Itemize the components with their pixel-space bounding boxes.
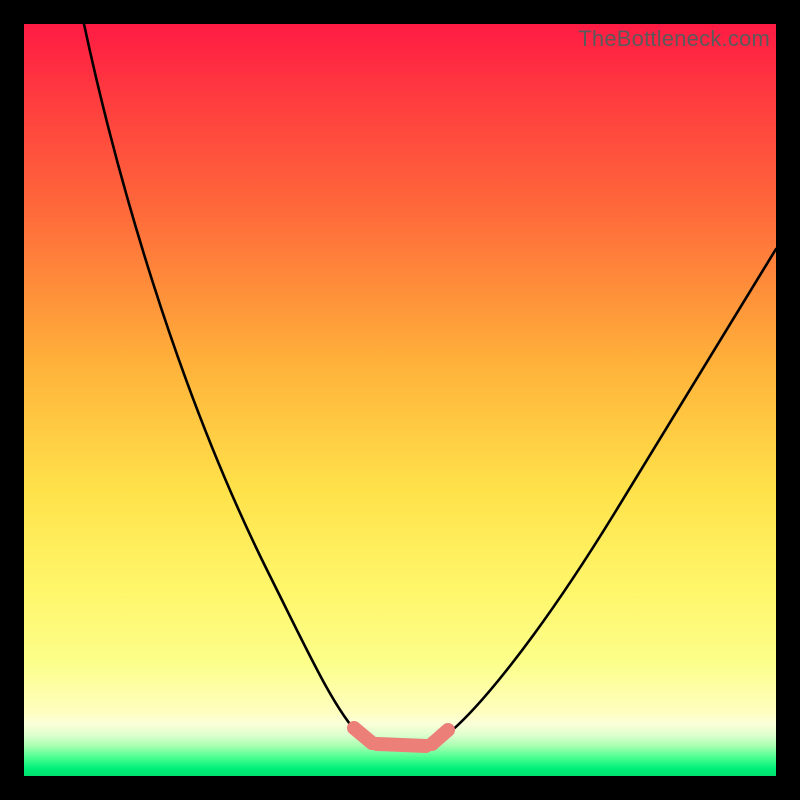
- chart-curves: [24, 24, 776, 776]
- right-curve: [444, 249, 776, 737]
- left-curve: [84, 24, 360, 736]
- bottom-accent-right: [432, 730, 448, 744]
- chart-plot-area: TheBottleneck.com: [24, 24, 776, 776]
- bottom-accent-left: [354, 728, 372, 743]
- bottom-accent-mid: [377, 744, 426, 746]
